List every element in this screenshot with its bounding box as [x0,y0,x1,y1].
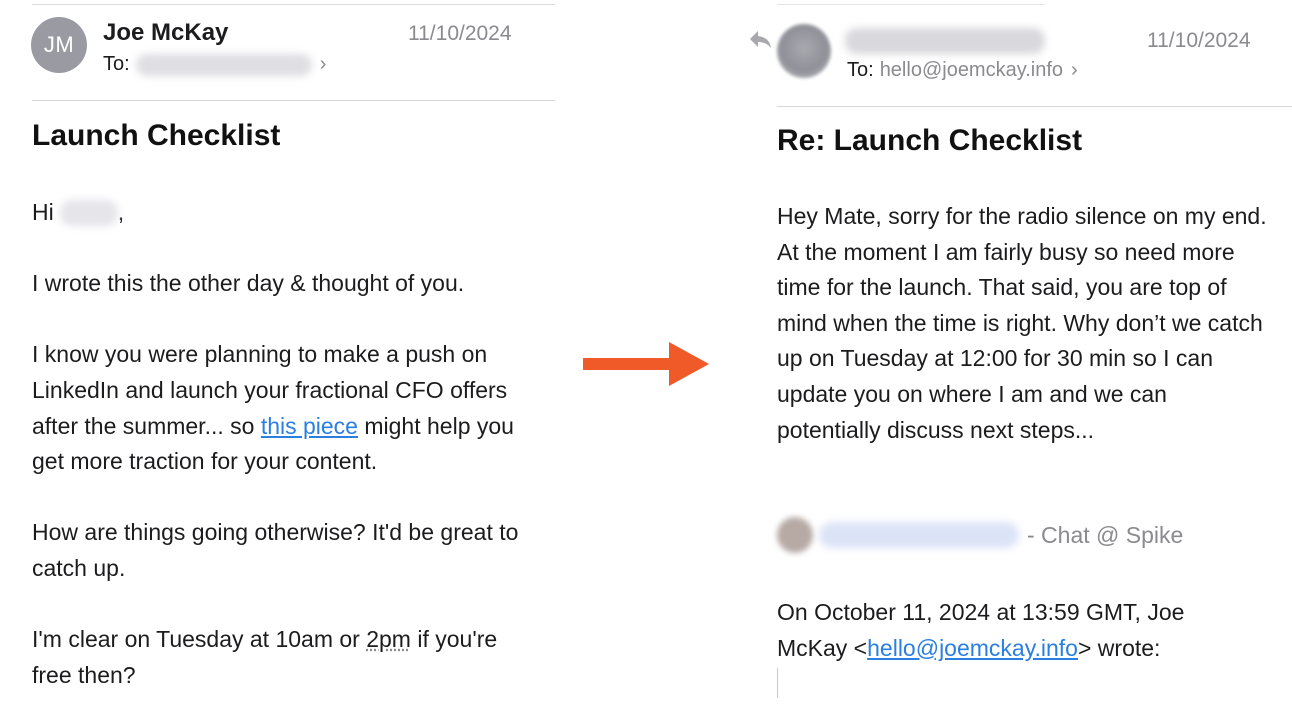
greeting-comma: , [117,199,125,225]
sender-avatar[interactable]: JM [31,17,87,73]
email-date: 11/10/2024 [408,22,512,45]
article-link[interactable]: this piece [261,413,358,439]
reply-subject: Re: Launch Checklist [777,124,1083,157]
reply-icon [750,31,771,48]
reply-body: Hey Mate, sorry for the radio silence on… [777,203,1267,443]
signature-suffix: - Chat @ Spike [1027,521,1184,548]
sender-name[interactable]: Joe McKay [103,19,228,47]
paragraph-4: I'm clear on Tuesday at 10am or 2pm if y… [32,622,532,693]
chevron-right-icon[interactable]: › [1071,59,1078,82]
greeting: Hi, [32,195,532,231]
paragraph-1: I wrote this the other day & thought of … [32,270,465,297]
reply-to-label: To: [847,59,874,81]
redacted-sender-name [845,28,1045,54]
reply-date: 11/10/2024 [1147,29,1251,52]
quoted-header: On October 11, 2024 at 13:59 GMT, Joe Mc… [777,595,1247,666]
greeting-text: Hi [32,199,54,225]
paragraph-2: I know you were planning to make a push … [32,337,532,479]
quote-wrote: > wrote: [1077,634,1161,661]
quoted-email-link[interactable]: hello@joemckay.info [867,635,1078,661]
original-email-pane: JM Joe McKay 11/10/2024 To: › Launch Che… [0,0,560,727]
replier-avatar[interactable] [777,24,831,78]
header-divider [32,100,555,101]
email-body: Hi, I wrote this the other day & thought… [32,195,532,693]
quote-bar [777,668,778,698]
recipient-row[interactable]: To: › [103,53,326,76]
replier-name[interactable] [845,28,1045,59]
chevron-right-icon[interactable]: › [320,53,327,76]
redacted-signature-name [819,522,1019,548]
signature-avatar [777,517,813,553]
paragraph-4-start: I'm clear on Tuesday at 10am or [32,626,367,653]
reply-recipient-row[interactable]: To: hello@joemckay.info › [847,59,1078,82]
reply-to-address: hello@joemckay.info [879,59,1064,81]
top-divider [32,4,555,5]
right-top-divider [777,4,1045,5]
avatar-initials: JM [43,32,75,57]
reply-header-divider [777,106,1292,107]
paragraph-3: How are things going otherwise? It'd be … [32,519,519,581]
redacted-recipient [135,53,312,76]
signature-row: - Chat @ Spike [777,517,1183,553]
time-detected-link[interactable]: 2pm [366,626,411,652]
email-subject: Launch Checklist [32,119,281,152]
arrow-right-icon [583,342,709,386]
to-label: To: [103,53,130,75]
redacted-name [59,200,118,226]
